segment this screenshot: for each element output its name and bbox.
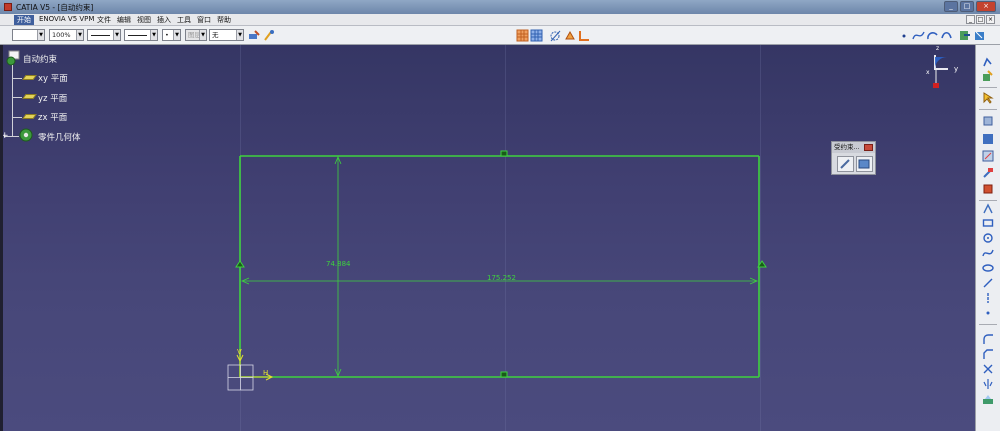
rectangle-icon[interactable] bbox=[982, 217, 994, 229]
spline-icon[interactable] bbox=[912, 29, 925, 42]
brush-icon[interactable] bbox=[262, 29, 275, 42]
geometrical-constraints-icon[interactable] bbox=[564, 29, 577, 42]
constraint-panel: 受约束... bbox=[831, 141, 876, 175]
menu-file[interactable]: 文件 bbox=[94, 15, 114, 25]
window-left-border bbox=[0, 45, 3, 431]
doc-restore-button[interactable]: □ bbox=[976, 15, 985, 24]
operation-icon[interactable] bbox=[982, 115, 994, 127]
zoom-value: 100% bbox=[52, 31, 71, 39]
circle-icon[interactable] bbox=[982, 232, 994, 244]
layer-combo[interactable]: 无 ▼ bbox=[209, 29, 244, 41]
trim-icon[interactable] bbox=[982, 150, 994, 162]
toolbar-separator bbox=[979, 87, 997, 88]
h-axis-label: H bbox=[263, 369, 269, 377]
sketch-tools-toolbar bbox=[975, 45, 1000, 431]
sketch-geometry bbox=[227, 150, 767, 391]
arc-corner-icon[interactable] bbox=[982, 333, 994, 345]
symmetry-icon[interactable] bbox=[982, 378, 994, 390]
exit-workbench-icon[interactable] bbox=[958, 29, 971, 42]
menu-view[interactable]: 视图 bbox=[134, 15, 154, 25]
constraint-display-icon bbox=[858, 159, 870, 169]
menu-insert[interactable]: 插入 bbox=[154, 15, 174, 25]
menu-edit[interactable]: 编辑 bbox=[114, 15, 134, 25]
toolbar-separator bbox=[979, 324, 997, 325]
doc-close-button[interactable]: × bbox=[986, 15, 995, 24]
select-icon[interactable] bbox=[982, 92, 994, 104]
connect-icon[interactable] bbox=[940, 29, 953, 42]
toolbar-separator bbox=[979, 109, 997, 110]
height-dimension-label[interactable]: 74.884 bbox=[326, 260, 351, 268]
graphic-properties-toolbar: ▼ 100% ▼ ▼ ▼ • ▼ 图层 ▼ 无 ▼ bbox=[0, 26, 1000, 45]
horizontal-constraint-bottom[interactable] bbox=[500, 371, 508, 378]
toolbar-separator bbox=[979, 200, 997, 201]
compass-x-label: x bbox=[926, 69, 930, 76]
minimize-button[interactable]: _ bbox=[944, 1, 958, 12]
dimensional-constraints-icon[interactable] bbox=[578, 29, 591, 42]
constraint-edit-button[interactable] bbox=[837, 156, 854, 172]
constraint-icon[interactable] bbox=[982, 203, 994, 215]
menu-window[interactable]: 窗口 bbox=[194, 15, 214, 25]
menu-help[interactable]: 帮助 bbox=[214, 15, 234, 25]
layer-filter-combo[interactable]: 图层 ▼ bbox=[185, 29, 207, 41]
fill-color-combo[interactable]: ▼ bbox=[12, 29, 45, 41]
mirror-icon[interactable] bbox=[982, 167, 994, 179]
compass-z-label: z bbox=[936, 45, 940, 52]
construction-element-icon[interactable] bbox=[549, 29, 562, 42]
break-icon[interactable] bbox=[982, 363, 994, 375]
layer-value: 无 bbox=[212, 31, 219, 39]
line-type-combo[interactable]: ▼ bbox=[87, 29, 121, 41]
line-icon[interactable] bbox=[982, 277, 994, 289]
pencil-icon bbox=[840, 159, 850, 169]
analysis-icon[interactable] bbox=[982, 393, 994, 405]
menu-bar: 开始 ENOVIA V5 VPM 文件 编辑 视图 插入 工具 窗口 帮助 _ … bbox=[0, 14, 1000, 26]
exit-sketch-icon[interactable] bbox=[982, 70, 994, 82]
close-button[interactable]: × bbox=[976, 1, 996, 12]
projection-icon[interactable] bbox=[982, 183, 994, 195]
sketch-icon[interactable] bbox=[973, 29, 986, 42]
line-weight-combo[interactable]: ▼ bbox=[124, 29, 158, 41]
corner-icon[interactable] bbox=[982, 133, 994, 145]
doc-minimize-button[interactable]: _ bbox=[966, 15, 975, 24]
chamfer-icon[interactable] bbox=[982, 348, 994, 360]
point-icon[interactable] bbox=[982, 307, 994, 319]
menu-enovia[interactable]: ENOVIA V5 VPM bbox=[36, 15, 97, 23]
menu-tools[interactable]: 工具 bbox=[174, 15, 194, 25]
window-title: CATIA V5 - [自动约束] bbox=[16, 3, 94, 12]
menu-start[interactable]: 开始 bbox=[14, 15, 34, 25]
painter-icon[interactable] bbox=[247, 29, 260, 42]
compass-y-label: y bbox=[954, 65, 959, 73]
point-value: • bbox=[165, 31, 169, 39]
horizontal-constraint-top[interactable] bbox=[500, 150, 508, 157]
profile-icon[interactable] bbox=[982, 56, 994, 68]
3d-viewport[interactable]: 自动约束 xy 平面 yz 平面 zx 平面 + 零件几何体 74.884 17… bbox=[0, 45, 975, 431]
arc-icon[interactable] bbox=[926, 29, 939, 42]
snap-to-point-icon[interactable] bbox=[530, 29, 543, 42]
compass-widget[interactable] bbox=[922, 45, 966, 91]
axis-icon[interactable] bbox=[982, 292, 994, 304]
point-tool-icon[interactable] bbox=[898, 29, 911, 42]
zoom-combo[interactable]: 100% ▼ bbox=[49, 29, 84, 41]
v-axis-label: V bbox=[237, 348, 242, 356]
grid-icon[interactable] bbox=[516, 29, 529, 42]
constraint-panel-close-button[interactable] bbox=[864, 144, 873, 151]
constraint-display-button[interactable] bbox=[856, 156, 873, 172]
vertical-constraint-left[interactable] bbox=[235, 260, 245, 268]
maximize-button[interactable]: □ bbox=[960, 1, 974, 12]
point-style-combo[interactable]: • ▼ bbox=[162, 29, 181, 41]
width-dimension-label[interactable]: 175.252 bbox=[487, 274, 516, 282]
ellipse-icon[interactable] bbox=[982, 262, 994, 274]
catia-app-icon bbox=[4, 3, 12, 11]
title-bar: CATIA V5 - [自动约束] _ □ × bbox=[0, 0, 1000, 14]
spline-tool-icon[interactable] bbox=[982, 247, 994, 259]
